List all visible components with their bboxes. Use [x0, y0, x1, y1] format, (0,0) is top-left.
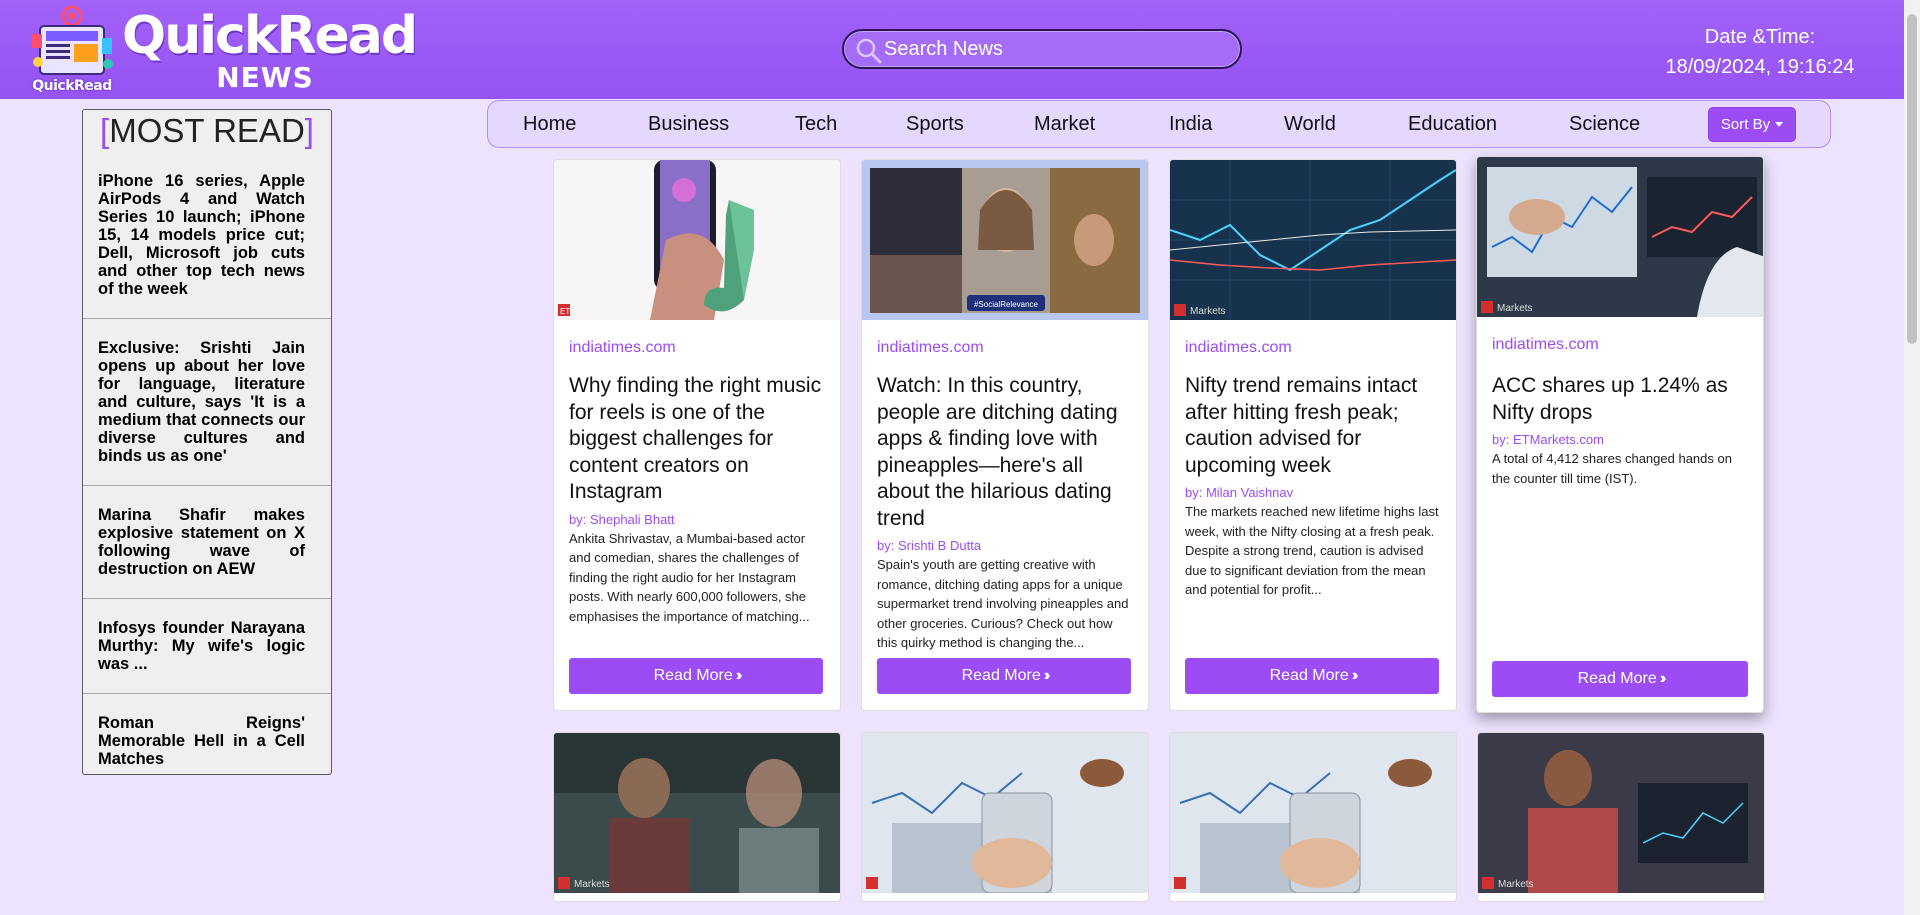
card-image[interactable]: #SocialRelevance	[862, 160, 1148, 320]
double-chevron-right-icon: ››	[1659, 670, 1666, 687]
card-image[interactable]	[1170, 733, 1456, 893]
most-read-item[interactable]: iPhone 16 series, Apple AirPods 4 and Wa…	[83, 152, 331, 319]
card-author: by: Srishti B Dutta	[877, 538, 982, 553]
card-source[interactable]: indiatimes.com	[1185, 339, 1292, 357]
social-relevance-tag: #SocialRelevance	[974, 300, 1039, 309]
news-card	[1169, 732, 1457, 902]
card-description: Spain's youth are getting creative with …	[877, 557, 1129, 650]
news-card: ET indiatimes.com Why finding the right …	[553, 159, 841, 711]
sidebar-title: [MOST READ]	[83, 110, 331, 152]
card-author: by: Milan Vaishnav	[1185, 485, 1294, 500]
search-input[interactable]	[884, 34, 1234, 64]
nav-home[interactable]: Home	[523, 113, 576, 136]
read-more-button[interactable]: Read More ››	[1492, 661, 1748, 697]
scrollbar-thumb[interactable]	[1907, 14, 1917, 344]
card-source[interactable]: indiatimes.com	[877, 339, 984, 357]
nav-science[interactable]: Science	[1569, 113, 1640, 136]
nav-world[interactable]: World	[1284, 113, 1336, 136]
nav-education[interactable]: Education	[1408, 113, 1497, 136]
card-body: Nifty trend remains intact after hitting…	[1185, 373, 1447, 600]
datetime-value: 18/09/2024, 19:16:24	[1665, 56, 1855, 78]
card-image[interactable]	[862, 733, 1148, 893]
news-card: Markets	[1477, 732, 1765, 902]
card-image[interactable]: Markets	[1478, 733, 1764, 893]
card-description: Ankita Shrivastav, a Mumbai-based actor …	[569, 530, 810, 624]
header: QuickRead QuickRead NEWS Date &Time: 18/…	[0, 0, 1920, 99]
nav-market[interactable]: Market	[1034, 113, 1095, 136]
news-card: Markets	[553, 732, 841, 902]
caret-down-icon	[1775, 122, 1784, 127]
card-image[interactable]: ET	[554, 160, 840, 320]
read-more-button[interactable]: Read More ››	[1185, 658, 1439, 694]
search-bar[interactable]	[842, 29, 1242, 69]
markets-watermark: Markets	[1498, 879, 1534, 890]
card-title[interactable]: ACC shares up 1.24% as Nifty drops	[1492, 373, 1754, 426]
sort-by-label: Sort By	[1720, 116, 1771, 133]
double-chevron-right-icon: ››	[1043, 667, 1050, 684]
news-card	[861, 732, 1149, 902]
sort-by-dropdown[interactable]: Sort By	[1708, 107, 1796, 142]
card-image[interactable]: Markets	[554, 733, 840, 893]
news-card: Markets indiatimes.com ACC shares up 1.2…	[1476, 156, 1764, 713]
card-title[interactable]: Watch: In this country, people are ditch…	[877, 373, 1139, 532]
logo-title: QuickRead	[122, 6, 418, 66]
page-scrollbar[interactable]	[1904, 0, 1920, 915]
nav-india[interactable]: India	[1169, 113, 1212, 136]
card-title[interactable]: Nifty trend remains intact after hitting…	[1185, 373, 1447, 479]
card-body: Why finding the right music for reels is…	[569, 373, 831, 626]
markets-watermark: Markets	[574, 879, 610, 890]
logo-badge-label: QuickRead	[32, 78, 112, 94]
card-source[interactable]: indiatimes.com	[1492, 336, 1599, 354]
search-icon	[856, 38, 882, 64]
logo-subtitle: NEWS	[216, 61, 314, 94]
card-title[interactable]: Why finding the right music for reels is…	[569, 373, 831, 506]
double-chevron-right-icon: ››	[1351, 667, 1358, 684]
datetime-display: Date &Time: 18/09/2024, 19:16:24	[1630, 22, 1890, 82]
nav-sports[interactable]: Sports	[906, 113, 964, 136]
datetime-label: Date &Time:	[1704, 26, 1816, 48]
nav-business[interactable]: Business	[648, 113, 729, 136]
card-author: by: Shephali Bhatt	[569, 511, 675, 527]
card-author: by: ETMarkets.com	[1492, 432, 1604, 447]
card-description: The markets reached new lifetime highs l…	[1185, 504, 1439, 597]
most-read-item[interactable]: Roman Reigns' Memorable Hell in a Cell M…	[83, 694, 331, 774]
card-body: ACC shares up 1.24% as Nifty drops by: E…	[1492, 373, 1754, 488]
card-source[interactable]: indiatimes.com	[569, 339, 676, 357]
read-more-button[interactable]: Read More ››	[877, 658, 1131, 694]
nav-tech[interactable]: Tech	[795, 113, 837, 136]
card-image[interactable]: Markets	[1477, 157, 1763, 317]
double-chevron-right-icon: ››	[735, 667, 742, 684]
card-description: A total of 4,412 shares changed hands on…	[1492, 451, 1732, 486]
logo[interactable]: QuickRead QuickRead NEWS	[30, 4, 418, 96]
card-image[interactable]: Markets	[1170, 160, 1456, 320]
card-body: Watch: In this country, people are ditch…	[877, 373, 1139, 653]
markets-watermark: Markets	[1497, 303, 1533, 314]
read-more-button[interactable]: Read More ››	[569, 658, 823, 694]
most-read-item[interactable]: Marina Shafir makes explosive statement …	[83, 486, 331, 599]
news-card: Markets indiatimes.com Nifty trend remai…	[1169, 159, 1457, 711]
news-card: #SocialRelevance indiatimes.com Watch: I…	[861, 159, 1149, 711]
most-read-sidebar: [MOST READ] iPhone 16 series, Apple AirP…	[82, 109, 332, 775]
most-read-item[interactable]: Exclusive: Srishti Jain opens up about h…	[83, 319, 331, 486]
category-nav: Home Business Tech Sports Market India W…	[487, 100, 1831, 148]
et-logo-text: ET	[560, 307, 570, 316]
most-read-item[interactable]: Infosys founder Narayana Murthy: My wife…	[83, 599, 331, 694]
markets-watermark: Markets	[1190, 306, 1226, 317]
